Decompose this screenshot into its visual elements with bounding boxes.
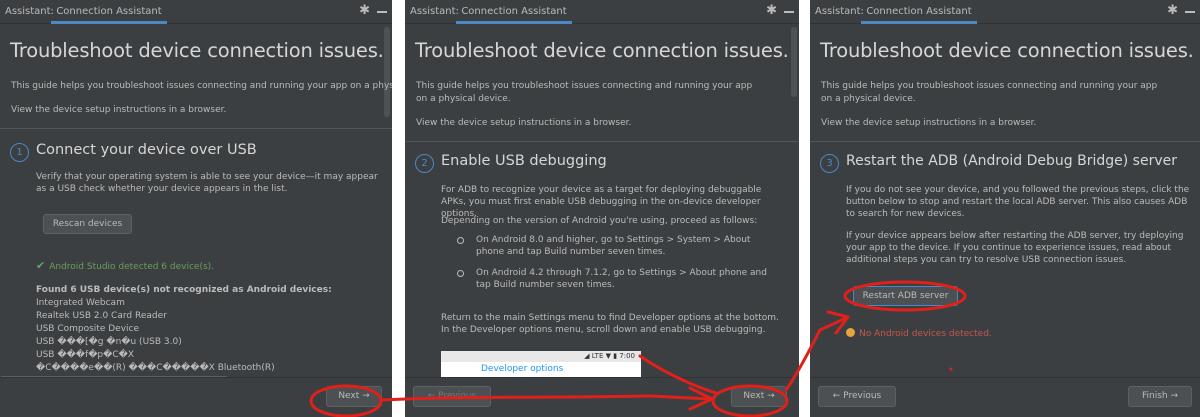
unrecognized-heading: Found 6 USB device(s) not recognized as … xyxy=(36,285,332,295)
intro-text: This guide helps you troubleshoot issues… xyxy=(821,81,1158,104)
previous-button[interactable]: ← Previous xyxy=(413,386,491,407)
tab-connection-assistant[interactable]: Connection Assistant xyxy=(861,0,977,24)
assistant-content: Troubleshoot device connection issues. T… xyxy=(810,25,1200,377)
list-item: Integrated Webcam xyxy=(36,298,125,308)
list-item: On Android 4.2 through 7.1.2, go to Sett… xyxy=(457,267,777,291)
step-number-badge: 1 xyxy=(10,143,29,162)
assistant-panel-step-1: Assistant: Connection Assistant ✱ Troubl… xyxy=(0,0,392,417)
navigation-bar: ← Previous Next → xyxy=(405,377,799,417)
divider xyxy=(405,141,799,142)
instruction-list: On Android 8.0 and higher, go to Setting… xyxy=(457,234,777,300)
list-item: �C����e��(R) ���C�����X Bluetooth(R) xyxy=(36,363,275,373)
version-text: Depending on the version of Android you'… xyxy=(441,216,758,226)
return-text: Return to the main Settings menu to find… xyxy=(441,313,779,335)
restart-description: If you do not see your device, and you f… xyxy=(846,185,1190,219)
minimize-icon[interactable] xyxy=(1185,11,1195,13)
vertical-scrollbar[interactable] xyxy=(384,27,390,117)
page-title: Troubleshoot device connection issues. xyxy=(820,39,1194,62)
step-number-badge: 2 xyxy=(415,154,434,173)
list-item: Realtek USB 2.0 Card Reader xyxy=(36,311,167,321)
step-title: Restart the ADB (Android Debug Bridge) s… xyxy=(846,153,1178,169)
check-icon: ✔ xyxy=(36,259,46,272)
step-title: Connect your device over USB xyxy=(36,142,257,158)
tool-window-header: Assistant: Connection Assistant ✱ xyxy=(0,0,392,24)
gear-icon[interactable]: ✱ xyxy=(1167,3,1178,18)
next-button[interactable]: Next → xyxy=(326,386,382,407)
step-number-badge: 3 xyxy=(820,154,839,173)
detected-text: Android Studio detected 6 device(s). xyxy=(49,262,215,272)
gear-icon[interactable]: ✱ xyxy=(359,3,370,18)
warning-status: No Android devices detected. xyxy=(846,328,992,339)
assistant-panel-step-2: Assistant: Connection Assistant ✱ Troubl… xyxy=(405,0,799,417)
gear-icon[interactable]: ✱ xyxy=(766,3,777,18)
warning-icon xyxy=(846,328,855,337)
view-instructions-link[interactable]: View the device setup instructions in a … xyxy=(11,105,226,115)
detected-status: ✔ Android Studio detected 6 device(s). xyxy=(36,259,214,272)
intro-text: This guide helps you troubleshoot issues… xyxy=(11,81,392,91)
warning-text: No Android devices detected. xyxy=(859,329,992,339)
assistant-content: Troubleshoot device connection issues. T… xyxy=(405,25,799,377)
step-title: Enable USB debugging xyxy=(441,153,607,169)
restart-adb-server-button[interactable]: Restart ADB server xyxy=(853,286,958,306)
tool-window-header: Assistant: Connection Assistant ✱ xyxy=(405,0,799,24)
divider xyxy=(810,141,1200,142)
previous-button[interactable]: ← Previous xyxy=(818,386,896,407)
assistant-panel-step-3: Assistant: Connection Assistant ✱ Troubl… xyxy=(810,0,1200,417)
assistant-content: Troubleshoot device connection issues. T… xyxy=(0,25,392,381)
status-bar: ◢ LTE ▼ ▮ 7:00 xyxy=(441,351,641,362)
minimize-icon[interactable] xyxy=(784,11,794,13)
vertical-scrollbar[interactable] xyxy=(791,27,797,97)
assistant-label: Assistant: xyxy=(5,6,54,17)
assistant-label: Assistant: xyxy=(410,6,459,17)
list-item: On Android 8.0 and higher, go to Setting… xyxy=(457,234,777,258)
minimize-icon[interactable] xyxy=(377,11,387,13)
divider xyxy=(0,128,392,129)
intro-text: This guide helps you troubleshoot issues… xyxy=(416,81,753,104)
deploy-description: If your device appears below after resta… xyxy=(846,231,1184,265)
finish-button[interactable]: Finish → xyxy=(1128,386,1192,407)
page-title: Troubleshoot device connection issues. xyxy=(10,39,384,62)
list-item: USB ���f�p�C�X xyxy=(36,350,135,360)
list-item: USB ���[�g �n�u (USB 3.0) xyxy=(36,337,182,347)
next-button[interactable]: Next → xyxy=(731,386,787,407)
unrecognized-device-list: Found 6 USB device(s) not recognized as … xyxy=(36,284,332,375)
view-instructions-link[interactable]: View the device setup instructions in a … xyxy=(416,118,631,128)
view-instructions-link[interactable]: View the device setup instructions in a … xyxy=(821,118,1036,128)
assistant-label: Assistant: xyxy=(815,6,864,17)
developer-options-screenshot: ◢ LTE ▼ ▮ 7:00 Developer options xyxy=(441,351,641,377)
navigation-bar: ← Previous Finish → xyxy=(810,377,1200,417)
tool-window-header: Assistant: Connection Assistant ✱ xyxy=(810,0,1200,24)
rescan-devices-button[interactable]: Rescan devices xyxy=(43,214,132,234)
navigation-bar: Next → xyxy=(0,377,392,417)
screenshot-title: Developer options xyxy=(441,362,641,377)
tab-connection-assistant[interactable]: Connection Assistant xyxy=(456,0,572,24)
list-item: USB Composite Device xyxy=(36,324,140,334)
tab-connection-assistant[interactable]: Connection Assistant xyxy=(51,0,167,24)
step-description: Verify that your operating system is abl… xyxy=(36,172,378,194)
page-title: Troubleshoot device connection issues. xyxy=(415,39,789,62)
